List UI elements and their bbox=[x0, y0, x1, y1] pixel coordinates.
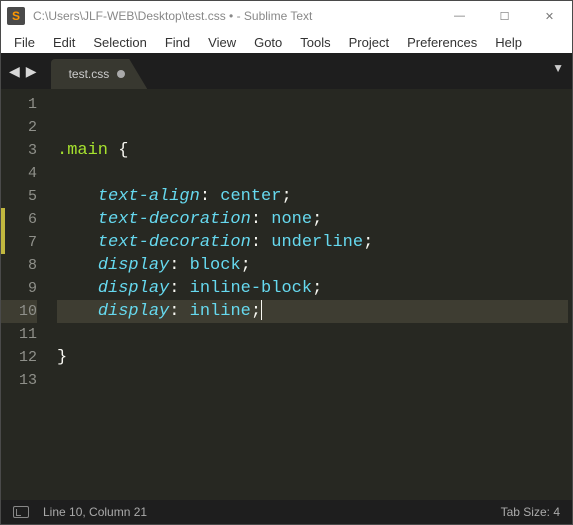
menu-project[interactable]: Project bbox=[340, 33, 398, 52]
code-line[interactable] bbox=[57, 116, 568, 139]
line-number: 8 bbox=[1, 254, 37, 277]
status-tab-size[interactable]: Tab Size: 4 bbox=[501, 505, 560, 519]
code-line[interactable] bbox=[57, 93, 568, 116]
code-line[interactable]: display: inline; bbox=[57, 300, 568, 323]
code-line[interactable]: display: block; bbox=[57, 254, 568, 277]
code-area[interactable]: .main { text-align: center; text-decorat… bbox=[47, 89, 568, 500]
menu-view[interactable]: View bbox=[199, 33, 245, 52]
tab-prev-button[interactable]: ◀ bbox=[7, 61, 22, 82]
menu-preferences[interactable]: Preferences bbox=[398, 33, 486, 52]
menu-goto[interactable]: Goto bbox=[245, 33, 291, 52]
code-line[interactable]: text-decoration: underline; bbox=[57, 231, 568, 254]
menu-tools[interactable]: Tools bbox=[291, 33, 339, 52]
window-controls: — ☐ ✕ bbox=[437, 1, 572, 31]
code-line[interactable]: display: inline-block; bbox=[57, 277, 568, 300]
titlebar: S C:\Users\JLF-WEB\Desktop\test.css • - … bbox=[1, 1, 572, 31]
modified-line-marker-icon bbox=[1, 231, 5, 254]
tab-bar: ◀ ▶ test.css ▼ bbox=[1, 53, 572, 89]
tab-dirty-indicator-icon bbox=[117, 70, 125, 78]
modified-line-marker-icon bbox=[1, 208, 5, 231]
statusbar: Line 10, Column 21 Tab Size: 4 bbox=[1, 500, 572, 524]
line-number: 7 bbox=[1, 231, 37, 254]
code-line[interactable]: text-align: center; bbox=[57, 185, 568, 208]
tab-active[interactable]: test.css bbox=[51, 59, 148, 89]
window-title: C:\Users\JLF-WEB\Desktop\test.css • - Su… bbox=[33, 9, 437, 23]
line-number: 6 bbox=[1, 208, 37, 231]
minimap[interactable] bbox=[568, 89, 572, 500]
line-number: 3 bbox=[1, 139, 37, 162]
menu-find[interactable]: Find bbox=[156, 33, 199, 52]
maximize-button[interactable]: ☐ bbox=[482, 1, 527, 31]
app-window: S C:\Users\JLF-WEB\Desktop\test.css • - … bbox=[0, 0, 573, 525]
line-number: 2 bbox=[1, 116, 37, 139]
app-icon: S bbox=[7, 7, 25, 25]
close-button[interactable]: ✕ bbox=[527, 1, 572, 31]
line-number: 12 bbox=[1, 346, 37, 369]
menu-edit[interactable]: Edit bbox=[44, 33, 84, 52]
code-line[interactable] bbox=[57, 369, 568, 392]
tab-nav: ◀ ▶ bbox=[1, 53, 45, 89]
menubar: File Edit Selection Find View Goto Tools… bbox=[1, 31, 572, 53]
minimize-button[interactable]: — bbox=[437, 1, 482, 31]
code-line[interactable]: } bbox=[57, 346, 568, 369]
line-number: 9 bbox=[1, 277, 37, 300]
line-number: 5 bbox=[1, 185, 37, 208]
tab-dropdown-button[interactable]: ▼ bbox=[552, 61, 564, 75]
line-number: 13 bbox=[1, 369, 37, 392]
editor[interactable]: 12345678910111213 .main { text-align: ce… bbox=[1, 89, 572, 500]
code-line[interactable]: .main { bbox=[57, 139, 568, 162]
menu-selection[interactable]: Selection bbox=[84, 33, 155, 52]
line-number: 4 bbox=[1, 162, 37, 185]
line-number: 11 bbox=[1, 323, 37, 346]
tab-label: test.css bbox=[69, 67, 110, 81]
code-line[interactable]: text-decoration: none; bbox=[57, 208, 568, 231]
code-line[interactable] bbox=[57, 323, 568, 346]
code-line[interactable] bbox=[57, 162, 568, 185]
menu-help[interactable]: Help bbox=[486, 33, 531, 52]
line-number: 10 bbox=[1, 300, 37, 323]
menu-file[interactable]: File bbox=[5, 33, 44, 52]
line-number: 1 bbox=[1, 93, 37, 116]
line-number-gutter: 12345678910111213 bbox=[1, 89, 47, 500]
panel-switcher-icon[interactable] bbox=[13, 506, 29, 518]
status-cursor-position[interactable]: Line 10, Column 21 bbox=[43, 505, 147, 519]
tab-next-button[interactable]: ▶ bbox=[24, 61, 39, 82]
